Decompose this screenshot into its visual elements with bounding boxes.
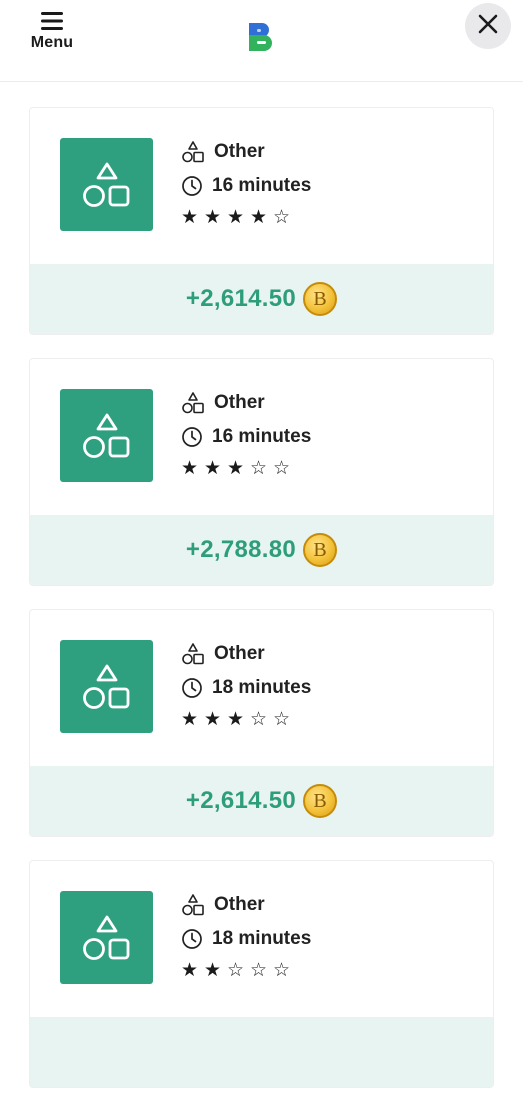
star-outline-icon: ☆	[273, 708, 291, 730]
clock-icon	[181, 175, 212, 197]
shapes-icon	[181, 893, 214, 917]
star-filled-icon: ★	[204, 457, 222, 479]
shapes-icon	[181, 140, 214, 164]
star-outline-icon: ☆	[250, 959, 268, 981]
task-card[interactable]: Other 16 minutes ★ ★ ★ ★ ☆ +2,614.50 B	[29, 107, 494, 335]
star-rating: ★ ★ ★ ☆ ☆	[181, 708, 311, 730]
star-filled-icon: ★	[204, 206, 222, 228]
coin-icon: B	[303, 282, 338, 316]
reward-amount: +2,614.50	[185, 787, 297, 814]
duration-label: 18 minutes	[212, 677, 312, 698]
menu-button[interactable]: Menu	[24, 12, 80, 64]
star-outline-icon: ☆	[250, 708, 268, 730]
menu-label: Menu	[30, 34, 74, 51]
star-outline-icon: ☆	[227, 959, 245, 981]
duration-label: 16 minutes	[212, 175, 312, 196]
coin-icon: B	[303, 784, 338, 818]
shapes-thumbnail	[60, 640, 153, 733]
reward-bar: +2,614.50 B	[30, 264, 493, 334]
reward-amount: +2,614.50	[185, 285, 297, 312]
shapes-thumbnail	[60, 138, 153, 231]
task-card[interactable]: Other 16 minutes ★ ★ ★ ☆ ☆ +2,788.80 B	[29, 358, 494, 586]
reward-bar: +2,614.50 B	[30, 766, 493, 836]
task-card[interactable]: Other 18 minutes ★ ★ ★ ☆ ☆ +2,614.50 B	[29, 609, 494, 837]
reward-amount: +2,788.80	[185, 536, 297, 563]
clock-icon	[181, 928, 212, 950]
category-label: Other	[214, 894, 265, 915]
star-filled-icon: ★	[181, 457, 199, 479]
star-outline-icon: ☆	[273, 457, 291, 479]
reward-bar: +2,788.80 B	[30, 515, 493, 585]
duration-label: 16 minutes	[212, 426, 312, 447]
coin-icon: B	[303, 533, 338, 567]
shapes-thumbnail	[60, 389, 153, 482]
top-bar: Menu	[0, 0, 523, 82]
star-outline-icon: ☆	[273, 959, 291, 981]
star-rating: ★ ★ ★ ☆ ☆	[181, 457, 311, 479]
shapes-icon	[181, 642, 214, 666]
clock-icon	[181, 677, 212, 699]
task-list: Other 16 minutes ★ ★ ★ ★ ☆ +2,614.50 B O…	[29, 107, 494, 1111]
star-outline-icon: ☆	[250, 457, 268, 479]
app-logo[interactable]	[246, 21, 278, 53]
shapes-icon	[181, 391, 214, 415]
category-label: Other	[214, 643, 265, 664]
hamburger-icon	[41, 12, 63, 30]
star-filled-icon: ★	[227, 206, 245, 228]
star-filled-icon: ★	[181, 206, 199, 228]
star-rating: ★ ★ ☆ ☆ ☆	[181, 959, 311, 981]
star-filled-icon: ★	[204, 959, 222, 981]
clock-icon	[181, 426, 212, 448]
shapes-thumbnail	[60, 891, 153, 984]
duration-label: 18 minutes	[212, 928, 312, 949]
star-filled-icon: ★	[227, 457, 245, 479]
star-filled-icon: ★	[181, 959, 199, 981]
star-filled-icon: ★	[250, 206, 268, 228]
star-filled-icon: ★	[181, 708, 199, 730]
task-card[interactable]: Other 18 minutes ★ ★ ☆ ☆ ☆	[29, 860, 494, 1088]
category-label: Other	[214, 141, 265, 162]
star-rating: ★ ★ ★ ★ ☆	[181, 206, 311, 228]
star-filled-icon: ★	[227, 708, 245, 730]
close-icon	[477, 13, 499, 40]
star-outline-icon: ☆	[273, 206, 291, 228]
star-filled-icon: ★	[204, 708, 222, 730]
reward-bar	[30, 1017, 493, 1087]
category-label: Other	[214, 392, 265, 413]
close-button[interactable]	[465, 3, 511, 49]
